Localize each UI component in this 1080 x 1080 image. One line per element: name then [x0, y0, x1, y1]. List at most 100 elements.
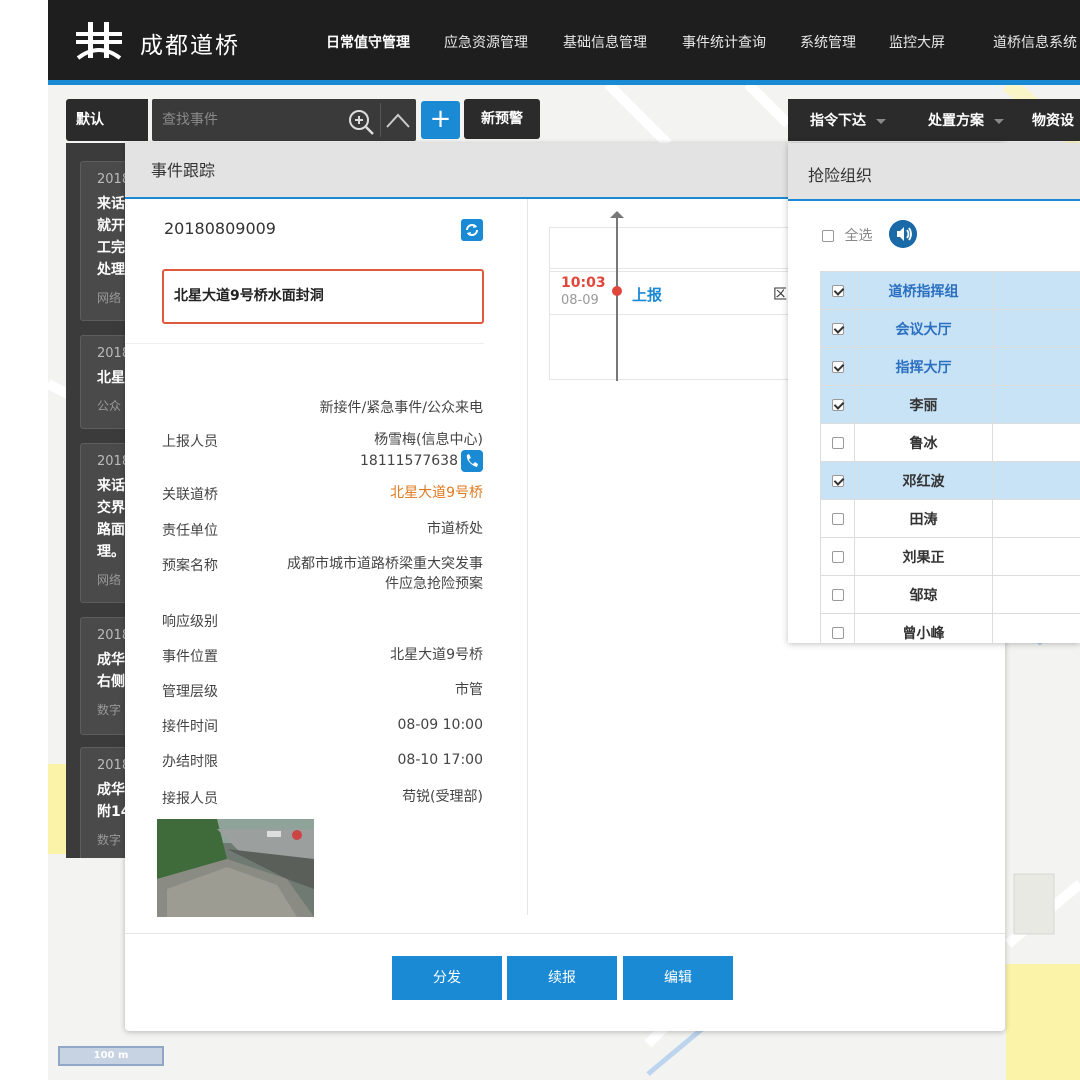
member-extra-cell: [992, 499, 1080, 538]
select-all-checkbox[interactable]: [822, 230, 834, 242]
member-name: 刘果正: [854, 537, 993, 576]
rescue-org-panel: 抢险组织 全选 道桥指挥组 会议大厅 指挥大厅 李丽 鲁冰 邓红波 田涛 刘果正 邹琼 曾小峰: [788, 143, 1080, 643]
reporter-phone-row: 18111577638: [360, 450, 483, 472]
member-name: 曾小峰: [854, 613, 993, 643]
row-checkbox-cell: [820, 309, 855, 348]
row-checkbox[interactable]: [831, 626, 844, 639]
command-dropdown[interactable]: 指令下达: [810, 110, 886, 130]
rescue-member-row[interactable]: 曾小峰: [820, 613, 1080, 643]
row-checkbox[interactable]: [831, 588, 844, 601]
plan-label: 预案名称: [162, 558, 218, 574]
unit-value: 市道桥处: [427, 521, 483, 537]
logo-text: 成都道桥: [140, 33, 240, 59]
row-checkbox-cell: [820, 385, 855, 424]
search-divider: [380, 103, 381, 137]
member-name: 会议大厅: [854, 309, 993, 348]
member-extra-cell: [992, 309, 1080, 348]
nav-system-management[interactable]: 系统管理: [800, 32, 856, 52]
rescue-member-row[interactable]: 刘果正: [820, 537, 1080, 576]
receive-time-value: 08-09 10:00: [397, 717, 483, 733]
plan-value-line2: 件应急抢险预案: [385, 576, 483, 592]
plan-dropdown[interactable]: 处置方案: [928, 110, 1004, 130]
rescue-member-table: 道桥指挥组 会议大厅 指挥大厅 李丽 鲁冰 邓红波 田涛 刘果正 邹琼 曾小峰: [820, 271, 1080, 643]
rescue-member-row[interactable]: 邓红波: [820, 461, 1080, 500]
top-accent-line: [48, 80, 1080, 85]
member-extra-cell: [992, 613, 1080, 643]
plan-value-line1: 成都市城市道路桥梁重大突发事: [287, 556, 483, 572]
timeline-axis: [616, 215, 618, 381]
nav-monitor-screen[interactable]: 监控大屏: [889, 32, 945, 52]
chevron-down-icon: [876, 118, 886, 124]
member-extra-cell: [992, 537, 1080, 576]
nav-bridge-info-system[interactable]: 道桥信息系统: [993, 32, 1077, 52]
row-checkbox[interactable]: [831, 436, 844, 449]
panel-divider: [527, 199, 528, 915]
rescue-panel-title: 抢险组织: [788, 143, 1080, 201]
receiver-value: 苟锐(受理部): [402, 789, 483, 805]
reporter-value: 杨雪梅(信息中心): [374, 432, 483, 448]
row-checkbox[interactable]: [831, 512, 844, 525]
new-alert-button[interactable]: 新预警: [464, 99, 540, 139]
plan-label: 处置方案: [928, 113, 984, 129]
nav-duty-management[interactable]: 日常值守管理: [326, 32, 410, 52]
management-level-value: 市管: [455, 682, 483, 698]
collapse-up-icon[interactable]: [384, 107, 412, 135]
rescue-member-row[interactable]: 道桥指挥组: [820, 271, 1080, 310]
timeline-header: [549, 227, 809, 269]
row-checkbox[interactable]: [831, 284, 844, 297]
timeline-arrow-icon: [610, 211, 624, 218]
member-extra-cell: [992, 575, 1080, 614]
select-all[interactable]: 全选: [822, 225, 872, 245]
member-name: 邹琼: [854, 575, 993, 614]
member-extra-cell: [992, 461, 1080, 500]
event-photo[interactable]: [157, 819, 314, 917]
right-toolbar: 指令下达 处置方案 物资设: [788, 99, 1080, 141]
row-checkbox-cell: [820, 347, 855, 386]
speaker-icon[interactable]: [889, 220, 917, 248]
continue-report-button[interactable]: 续报: [507, 956, 617, 1000]
member-name: 李丽: [854, 385, 993, 424]
member-name: 鲁冰: [854, 423, 993, 462]
nav-basic-info[interactable]: 基础信息管理: [563, 32, 647, 52]
timeline-detail: 区: [773, 287, 787, 303]
event-search-input[interactable]: [152, 99, 342, 141]
nav-event-statistics[interactable]: 事件统计查询: [682, 32, 766, 52]
nav-emergency-resources[interactable]: 应急资源管理: [444, 32, 528, 52]
member-name: 道桥指挥组: [854, 271, 993, 310]
row-checkbox[interactable]: [831, 398, 844, 411]
materials-dropdown[interactable]: 物资设: [1032, 110, 1074, 130]
bridge-link[interactable]: 北星大道9号桥: [390, 483, 483, 503]
default-filter-button[interactable]: 默认: [66, 99, 148, 141]
refresh-icon[interactable]: [461, 219, 483, 241]
member-extra-cell: [992, 423, 1080, 462]
edit-button[interactable]: 编辑: [623, 956, 733, 1000]
materials-label: 物资设: [1032, 113, 1074, 129]
row-checkbox-cell: [820, 575, 855, 614]
rescue-member-row[interactable]: 田涛: [820, 499, 1080, 538]
phone-icon[interactable]: [461, 450, 483, 472]
zoom-search-icon[interactable]: [346, 107, 378, 135]
member-name: 指挥大厅: [854, 347, 993, 386]
row-checkbox[interactable]: [831, 474, 844, 487]
rescue-member-row[interactable]: 邹琼: [820, 575, 1080, 614]
row-checkbox[interactable]: [831, 550, 844, 563]
rescue-member-row[interactable]: 李丽: [820, 385, 1080, 424]
rescue-member-row[interactable]: 指挥大厅: [820, 347, 1080, 386]
deadline-label: 办结时限: [162, 754, 218, 770]
event-id: 20180809009: [164, 219, 276, 238]
select-all-label: 全选: [844, 228, 873, 244]
receive-time-label: 接件时间: [162, 719, 218, 735]
command-label: 指令下达: [810, 113, 866, 129]
rescue-member-row[interactable]: 会议大厅: [820, 309, 1080, 348]
bridge-logo-icon: [76, 22, 122, 60]
member-extra-cell: [992, 347, 1080, 386]
unit-label: 责任单位: [162, 523, 218, 539]
receiver-label: 接报人员: [162, 791, 218, 807]
add-event-button[interactable]: +: [421, 101, 460, 139]
row-checkbox[interactable]: [831, 322, 844, 335]
event-search-box: [152, 99, 416, 141]
distribute-button[interactable]: 分发: [392, 956, 502, 1000]
rescue-member-row[interactable]: 鲁冰: [820, 423, 1080, 462]
row-checkbox[interactable]: [831, 360, 844, 373]
timeline-action[interactable]: 上报: [632, 284, 662, 305]
